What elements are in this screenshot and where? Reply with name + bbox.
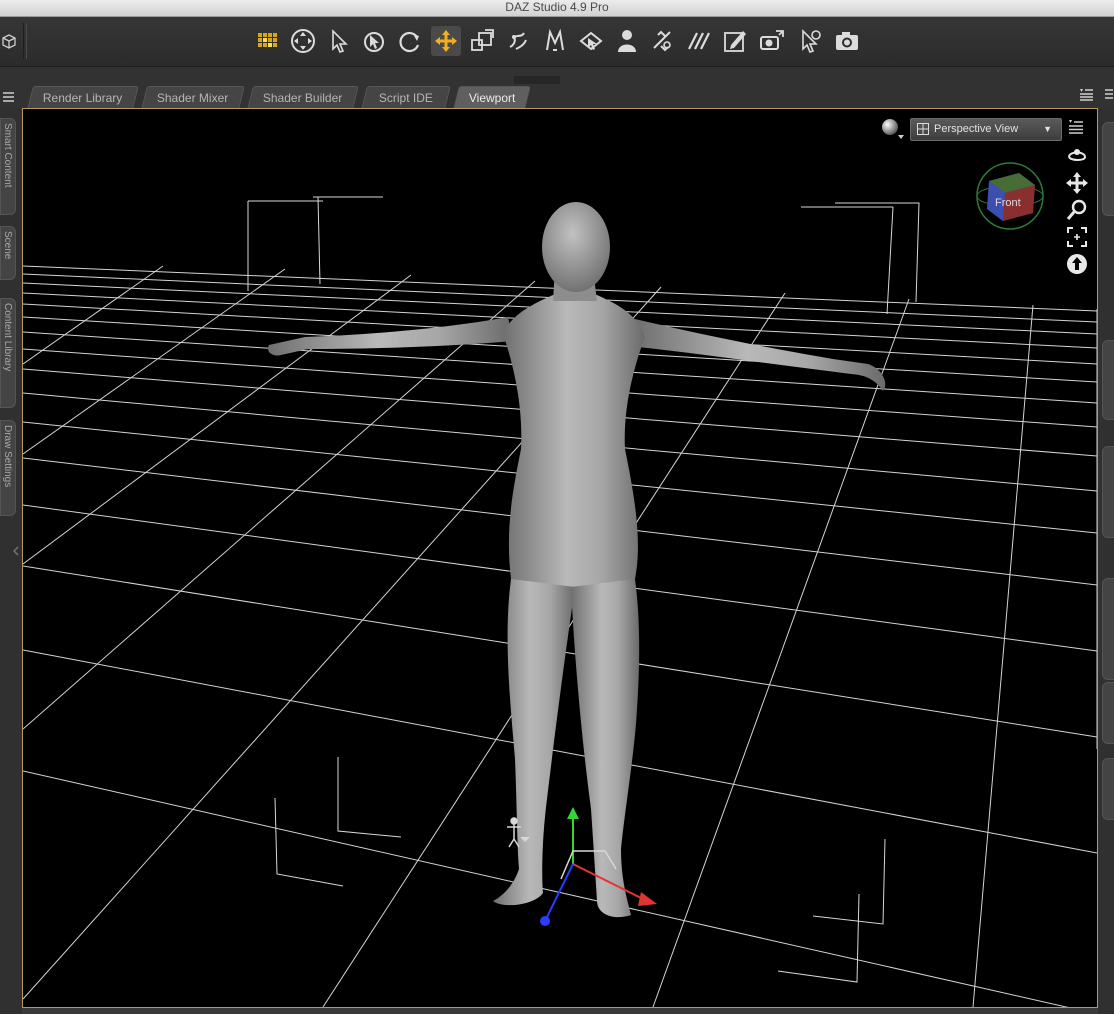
render-camera-icon[interactable] [757,26,787,56]
right-panel-tab[interactable] [1102,758,1114,820]
reset-view-icon[interactable] [1065,252,1089,276]
right-panel-tab[interactable] [1102,446,1114,538]
node-weight-icon[interactable] [684,26,714,56]
tab-shader-builder[interactable]: Shader Builder [247,86,359,109]
rail-grip[interactable] [13,540,19,562]
tab-draw-settings[interactable]: Draw Settings [0,420,16,516]
edit-icon[interactable] [720,26,750,56]
node-selection-icon[interactable] [324,26,354,56]
zoom-icon[interactable] [1065,198,1089,222]
tab-scene[interactable]: Scene [0,226,16,280]
tab-smart-content[interactable]: Smart Content [0,118,16,215]
right-panel-tab[interactable] [1102,122,1114,216]
left-panel-rail: Smart Content Scene Content Library Draw… [0,108,22,1014]
pan-icon[interactable] [1065,171,1089,195]
view-cube[interactable]: Front [973,159,1047,233]
frame-icon[interactable] [1065,225,1089,249]
chevron-down-icon: ▼ [1043,124,1052,134]
render-icon[interactable] [832,26,862,56]
geometry-editor-icon[interactable] [648,26,678,56]
surface-selection-icon[interactable] [576,26,606,56]
morph-icon[interactable] [540,26,570,56]
pane-options-icon[interactable] [1078,88,1093,101]
toolbar-divider [23,23,27,59]
panel-menu-icon[interactable] [2,90,16,102]
tab-viewport[interactable]: Viewport [453,86,531,109]
figure-genesis[interactable] [23,109,1097,1007]
pixel-grid-icon[interactable] [253,26,283,56]
draw-style-icon[interactable] [880,117,906,141]
spot-render-icon[interactable] [795,26,825,56]
rotate-selection-icon[interactable] [359,26,389,56]
universal-transform-icon[interactable] [288,26,318,56]
right-panel-tab[interactable] [1102,340,1114,420]
orbit-icon[interactable] [1065,143,1089,167]
viewport-options-icon[interactable] [1067,119,1085,135]
joint-editor-icon[interactable] [503,26,533,56]
figure-tool-icon[interactable] [612,26,642,56]
rotate-icon[interactable] [395,26,425,56]
right-panel-tab[interactable] [1102,578,1114,680]
tab-script-ide[interactable]: Script IDE [361,86,451,109]
main-toolbar [0,17,1114,67]
translate-icon[interactable] [431,26,461,56]
figure-body [267,202,886,918]
panel-collapse-handle[interactable] [514,76,560,84]
viewport[interactable]: Perspective View ▼ Front [22,108,1098,1008]
tab-render-library[interactable]: Render Library [27,86,139,109]
right-panel-rail [1098,89,1114,1014]
view-select[interactable]: Perspective View ▼ [910,118,1062,141]
right-rail-menu-icon[interactable] [1104,88,1114,106]
window-title: DAZ Studio 4.9 Pro [0,0,1114,17]
cube-icon[interactable] [0,29,18,55]
tab-shader-mixer[interactable]: Shader Mixer [141,86,245,109]
right-panel-tab[interactable] [1102,682,1114,744]
scale-icon[interactable] [467,26,497,56]
view-cube-face-label: Front [995,197,1021,209]
view-select-label: Perspective View [934,123,1019,135]
view-layout-icon [917,123,929,135]
tab-content-library[interactable]: Content Library [0,298,16,408]
